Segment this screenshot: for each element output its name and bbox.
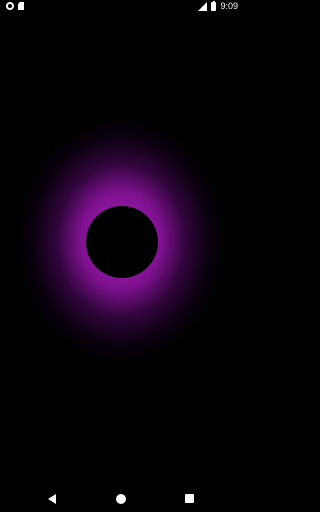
notification-circle-icon [6, 2, 14, 10]
center-black-circle[interactable] [86, 206, 158, 278]
sd-card-icon [18, 2, 24, 10]
visualizer-area[interactable] [0, 120, 243, 360]
status-left-icons [6, 2, 24, 10]
recents-icon[interactable] [185, 494, 194, 503]
battery-icon [211, 0, 217, 11]
home-icon[interactable] [116, 494, 126, 504]
status-right-icons: 9:09 [198, 0, 238, 11]
status-bar: 9:09 [0, 0, 243, 14]
signal-icon [198, 2, 208, 11]
back-icon[interactable] [48, 494, 56, 504]
navigation-bar [0, 486, 243, 512]
status-time: 9:09 [220, 1, 238, 11]
